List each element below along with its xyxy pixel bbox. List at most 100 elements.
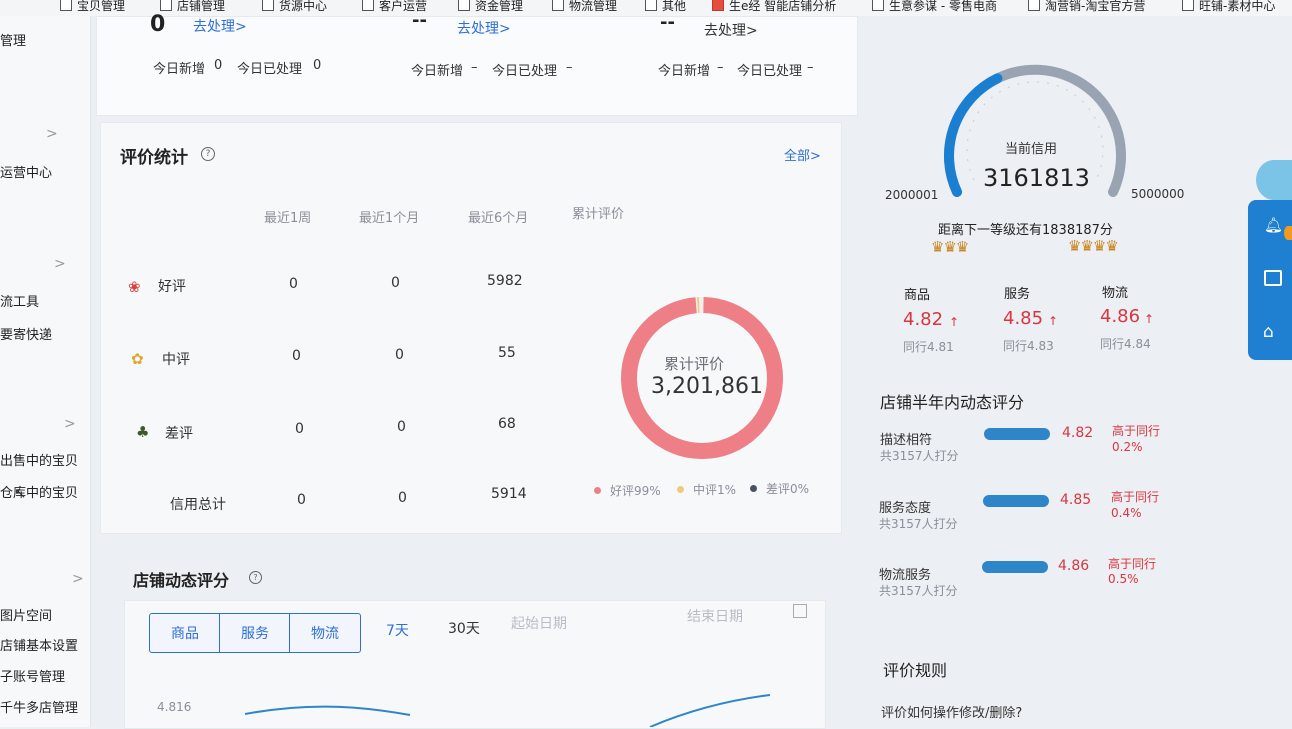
segment-service[interactable]: 服务 [219, 613, 291, 653]
bookmark-item[interactable]: 货源中心 [262, 0, 327, 14]
chevron-right-icon[interactable]: > [54, 256, 66, 272]
rating-label: 信用总计 [170, 497, 226, 513]
chat-icon[interactable] [1264, 270, 1282, 286]
sidebar-item[interactable]: 子账号管理 [0, 666, 65, 685]
sidebar-item[interactable]: 管理 [0, 30, 26, 49]
rating-label: 中评 [162, 352, 190, 368]
start-date-input[interactable]: 起始日期 [511, 613, 567, 633]
range-7d[interactable]: 7天 [386, 620, 409, 640]
chevron-right-icon[interactable]: > [64, 416, 76, 432]
segment-goods[interactable]: 商品 [149, 613, 221, 653]
folder-icon [262, 0, 274, 11]
help-icon[interactable]: ? [249, 571, 262, 584]
todo-new-value: – [471, 60, 478, 75]
notification-badge [1284, 226, 1292, 240]
dsr-name: 商品 [904, 288, 931, 303]
bookmark-item[interactable]: 店铺管理 [160, 0, 225, 14]
sidebar-item[interactable]: 出售中的宝贝 [0, 450, 78, 469]
todo-count: 0 [150, 12, 166, 37]
rules-link[interactable]: 评价如何操作修改/删除? [881, 702, 1022, 721]
todo-done-label: 今日已处理 [737, 64, 803, 79]
legend-label: 好评99% [610, 484, 661, 498]
shop-score-title: 店铺动态评分 [133, 571, 230, 590]
view-all-link[interactable]: 全部> [784, 145, 821, 164]
legend-dot [750, 485, 757, 492]
calendar-icon[interactable] [793, 604, 807, 618]
page-icon [1182, 0, 1194, 11]
chart-line [649, 694, 771, 727]
bookmark-item[interactable]: 资金管理 [458, 0, 523, 14]
chevron-right-icon[interactable]: > [72, 571, 84, 587]
dsr-row-name: 描述相符 [880, 433, 933, 448]
dsr-row-compare: 高于同行 [1108, 557, 1157, 571]
legend-dot [594, 487, 601, 494]
todo-action-link[interactable]: 去处理> [193, 16, 247, 36]
segment-logistics[interactable]: 物流 [289, 613, 361, 653]
legend-label: 差评0% [766, 482, 810, 496]
bookmark-item[interactable]: 旺铺-素材中心 [1182, 0, 1275, 14]
column-header: 最近6个月 [468, 211, 529, 226]
credit-value: 3161813 [983, 164, 1090, 192]
arrow-up-icon: ↑ [1144, 312, 1155, 326]
dsr-row-compare: 高于同行 [1112, 424, 1161, 438]
bell-icon[interactable]: 🔔︎ [1264, 216, 1283, 234]
dsr-row-score: 4.86 [1058, 558, 1090, 574]
help-icon[interactable]: ? [201, 147, 215, 161]
todo-new-label: 今日新增 [153, 62, 206, 77]
bookmark-item[interactable]: 生e经 智能店铺分析 [712, 0, 836, 14]
table-cell: 0 [395, 347, 404, 363]
folder-icon [552, 0, 564, 11]
chevron-right-icon[interactable]: > [46, 126, 58, 142]
shop-score-line-chart [244, 694, 771, 727]
folder-icon [160, 0, 172, 11]
donut-label: 累计评价 [664, 355, 725, 373]
dsr-score: 4.86 [1100, 306, 1141, 327]
folder-icon [645, 0, 657, 11]
arrow-up-icon: ↑ [1048, 314, 1059, 328]
bookmark-item[interactable]: 物流管理 [552, 0, 617, 14]
folder-icon [60, 0, 72, 11]
range-30d[interactable]: 30天 [448, 618, 480, 638]
home-icon[interactable]: ⌂ [1263, 322, 1274, 342]
table-cell: 0 [297, 492, 306, 508]
yellow-flower-icon: ✿ [131, 350, 144, 368]
dsr-score: 4.82 [903, 309, 944, 330]
donut-total: 3,201,861 [651, 374, 763, 399]
left-sidebar: 管理 > 运营中心 > 流工具 要寄快递 > 出售中的宝贝 仓库中的宝贝 ↖ >… [0, 16, 91, 727]
sidebar-item[interactable]: 流工具 [0, 291, 39, 310]
sidebar-item[interactable]: 运营中心 [0, 162, 52, 181]
mouse-cursor-icon: ↖ [14, 484, 27, 502]
dsr-row-name: 服务态度 [879, 501, 932, 516]
legend-dot [677, 486, 684, 493]
site-icon [712, 0, 724, 11]
table-cell: 0 [391, 275, 400, 291]
folder-icon [458, 0, 470, 11]
dsr-score: 4.85 [1003, 308, 1044, 329]
todo-new-label: 今日新增 [658, 64, 711, 79]
sidebar-item[interactable]: 店铺基本设置 [0, 635, 78, 654]
bookmark-item[interactable]: 宝贝管理 [60, 0, 125, 14]
bookmarks-bar: 宝贝管理 店铺管理 货源中心 客户运营 资金管理 物流管理 其他 生e经 智能店… [0, 0, 1292, 16]
crown-level-icon: ♛♛♛ [931, 238, 969, 256]
table-cell: 0 [397, 419, 406, 435]
dsr-row-pct: 0.4% [1111, 506, 1142, 520]
dsr-peer: 同行4.84 [1100, 337, 1151, 351]
sidebar-item[interactable]: 图片空间 [0, 605, 52, 624]
mascot-icon[interactable] [1256, 160, 1292, 200]
table-cell: 5914 [491, 486, 527, 502]
dsr-row-pct: 0.5% [1108, 572, 1139, 586]
sidebar-item[interactable]: 千牛多店管理 [0, 697, 78, 716]
half-year-title: 店铺半年内动态评分 [880, 393, 1025, 412]
dsr-row-count: 共3157人打分 [880, 449, 959, 463]
arrow-up-icon: ↑ [949, 315, 960, 329]
column-header: 累计评价 [572, 207, 625, 222]
sidebar-item[interactable]: 仓库中的宝贝 [0, 482, 78, 501]
sidebar-item[interactable]: 要寄快递 [0, 324, 52, 343]
bookmark-item[interactable]: 淘营销-淘宝官方营 [1028, 0, 1145, 14]
end-date-input[interactable]: 结束日期 [687, 606, 743, 626]
todo-new-value: – [717, 60, 724, 75]
bookmark-item[interactable]: 生意参谋 - 零售电商 [872, 0, 997, 14]
todo-action-link[interactable]: 去处理> [704, 20, 758, 40]
todo-action-link[interactable]: 去处理> [457, 18, 511, 38]
rating-label: 好评 [158, 279, 186, 295]
